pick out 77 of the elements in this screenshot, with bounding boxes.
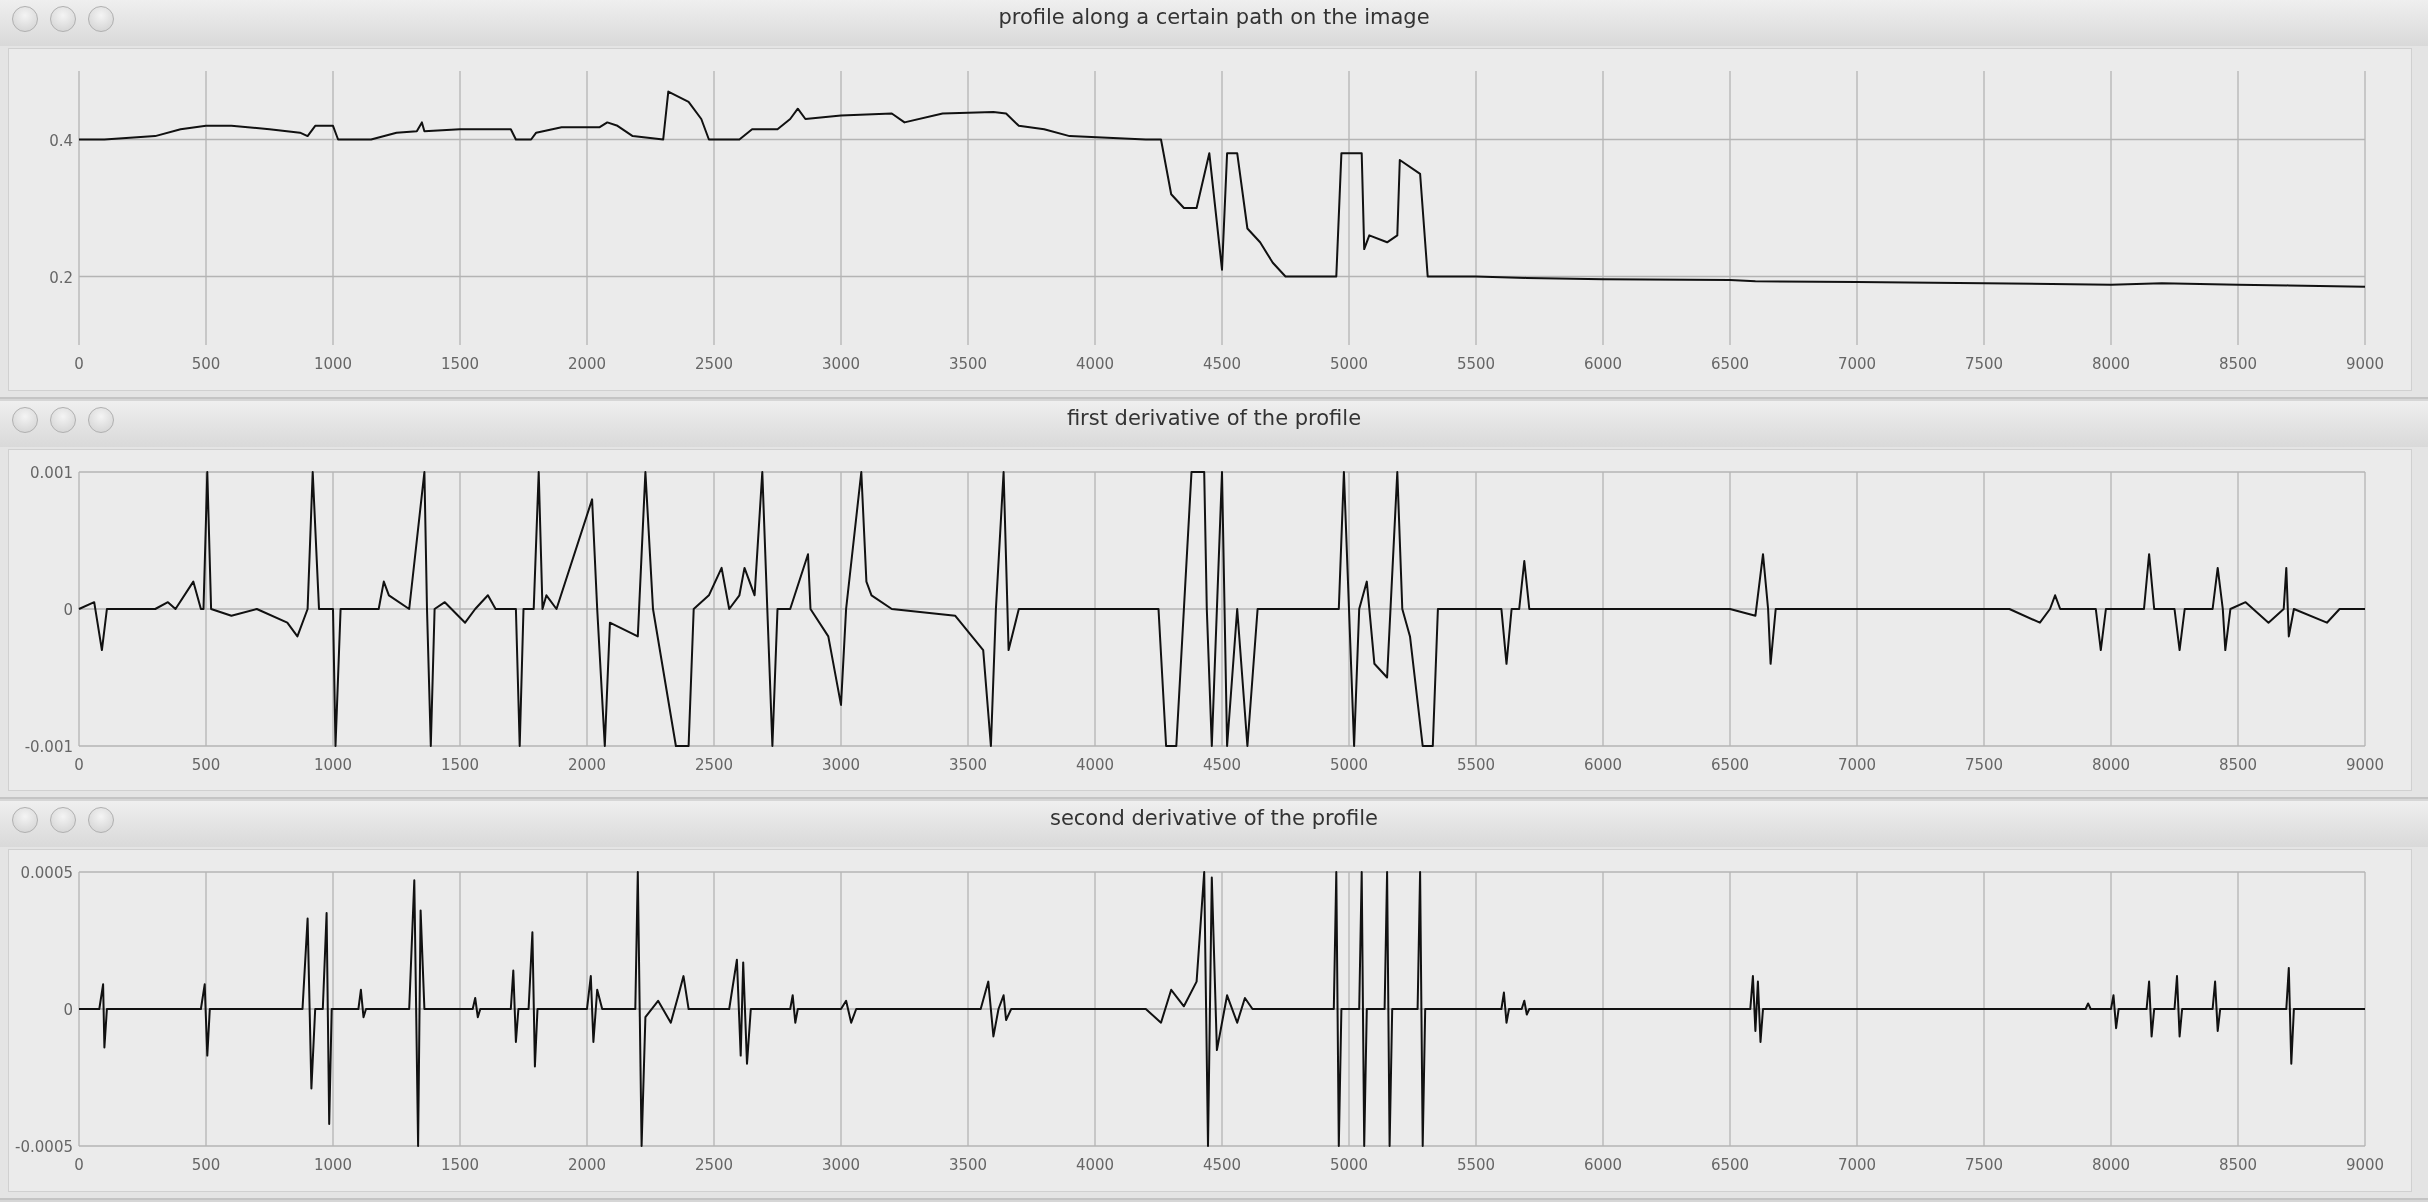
axis-tick-label: 5500 bbox=[1456, 1156, 1496, 1175]
window-button[interactable] bbox=[88, 406, 114, 433]
axis-tick-label: 1000 bbox=[313, 355, 353, 373]
axis-tick-label: 3000 bbox=[821, 755, 861, 774]
axis-tick-label: 3500 bbox=[948, 755, 988, 774]
window-button[interactable] bbox=[12, 6, 38, 32]
axis-tick-label: 500 bbox=[191, 355, 221, 373]
axis-tick-label: 7500 bbox=[1964, 1156, 2004, 1175]
window-title: second derivative of the profile bbox=[1049, 806, 1379, 831]
axis-tick-label: 1000 bbox=[313, 755, 353, 774]
axis-tick-label: 4500 bbox=[1202, 1156, 1242, 1175]
window-button[interactable] bbox=[50, 807, 76, 834]
axis-tick-label: 6000 bbox=[1583, 355, 1623, 373]
axis-tick-label: 6500 bbox=[1710, 355, 1750, 373]
axis-tick-label: 5500 bbox=[1456, 355, 1496, 373]
axis-tick-label: 9000 bbox=[2345, 755, 2385, 774]
axis-tick-label: 1500 bbox=[440, 355, 480, 373]
axis-tick-label: 0.4 bbox=[49, 131, 73, 150]
axis-tick-label: 2000 bbox=[567, 1156, 607, 1175]
axis-tick-label: 7000 bbox=[1837, 1156, 1877, 1175]
axis-tick-label: 0 bbox=[74, 1156, 84, 1175]
axis-tick-label: 0.0005 bbox=[20, 864, 73, 883]
window-button[interactable] bbox=[50, 6, 76, 32]
axis-tick-label: -0.001 bbox=[24, 737, 73, 756]
window-button[interactable] bbox=[12, 406, 38, 433]
window-button[interactable] bbox=[50, 406, 76, 433]
axis-tick-label: 6000 bbox=[1583, 1156, 1623, 1175]
axis-tick-label: 6000 bbox=[1583, 755, 1623, 774]
axis-tick-label: 1500 bbox=[440, 1156, 480, 1175]
axis-tick-label: 8500 bbox=[2218, 355, 2258, 373]
axis-tick-label: 2500 bbox=[694, 755, 734, 774]
axis-tick-label: 3000 bbox=[821, 355, 861, 373]
axis-tick-label: 5000 bbox=[1329, 755, 1369, 774]
window-title: profile along a certain path on the image bbox=[998, 5, 1430, 29]
window-button[interactable] bbox=[88, 6, 114, 32]
axis-tick-label: 9000 bbox=[2345, 1156, 2385, 1175]
axis-tick-label: 4500 bbox=[1202, 355, 1242, 373]
axis-tick-label: 7500 bbox=[1964, 755, 2004, 774]
axis-tick-label: 8000 bbox=[2091, 355, 2131, 373]
axis-tick-label: 500 bbox=[191, 755, 221, 774]
axis-tick-label: 0.2 bbox=[49, 268, 73, 287]
axis-tick-label: 7000 bbox=[1837, 355, 1877, 373]
window-button[interactable] bbox=[12, 807, 38, 834]
axis-tick-label: 4500 bbox=[1202, 755, 1242, 774]
axis-tick-label: 0 bbox=[74, 755, 84, 774]
axis-tick-label: 6500 bbox=[1710, 1156, 1750, 1175]
axis-tick-label: 5000 bbox=[1329, 1156, 1369, 1175]
axis-tick-label: 8500 bbox=[2218, 1156, 2258, 1175]
axis-tick-label: 4000 bbox=[1075, 1156, 1115, 1175]
axis-tick-label: 500 bbox=[191, 1156, 221, 1175]
axis-tick-label: 0 bbox=[74, 355, 84, 373]
axis-tick-label: 3000 bbox=[821, 1156, 861, 1175]
axis-tick-label: 5500 bbox=[1456, 755, 1496, 774]
axis-tick-label: 1500 bbox=[440, 755, 480, 774]
axis-tick-label: 9000 bbox=[2345, 355, 2385, 373]
axis-tick-label: 8000 bbox=[2091, 1156, 2131, 1175]
window-title: first derivative of the profile bbox=[1066, 405, 1362, 430]
axis-tick-label: 8500 bbox=[2218, 755, 2258, 774]
axis-tick-label: 1000 bbox=[313, 1156, 353, 1175]
axis-tick-label: 3500 bbox=[948, 355, 988, 373]
axis-tick-label: 7000 bbox=[1837, 755, 1877, 774]
axis-tick-label: 5000 bbox=[1329, 355, 1369, 373]
axis-tick-label: 7500 bbox=[1964, 355, 2004, 373]
axis-tick-label: 2000 bbox=[567, 355, 607, 373]
axis-tick-label: 3500 bbox=[948, 1156, 988, 1175]
axis-tick-label: 8000 bbox=[2091, 755, 2131, 774]
axis-tick-label: -0.0005 bbox=[15, 1138, 73, 1157]
axis-tick-label: 0 bbox=[63, 600, 73, 619]
axis-tick-label: 2000 bbox=[567, 755, 607, 774]
axis-tick-label: 6500 bbox=[1710, 755, 1750, 774]
axis-tick-label: 4000 bbox=[1075, 355, 1115, 373]
axis-tick-label: 2500 bbox=[694, 1156, 734, 1175]
axis-tick-label: 0 bbox=[63, 1001, 73, 1020]
axis-tick-label: 0.001 bbox=[30, 463, 73, 482]
axis-tick-label: 2500 bbox=[694, 355, 734, 373]
window-button[interactable] bbox=[88, 807, 114, 834]
axis-tick-label: 4000 bbox=[1075, 755, 1115, 774]
